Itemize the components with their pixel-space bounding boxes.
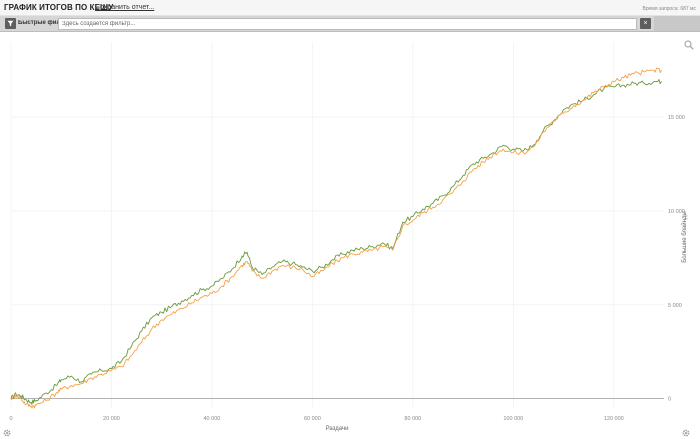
series-line-2: [10, 67, 662, 409]
gear-icon[interactable]: [3, 429, 11, 437]
x-tick-label: 120 000: [604, 416, 624, 422]
x-tick-label: 80 000: [404, 416, 421, 422]
gear-icon[interactable]: [682, 429, 690, 437]
x-tick-label: 60 000: [304, 416, 321, 422]
filter-input[interactable]: [58, 18, 637, 30]
x-tick-label: 20 000: [103, 416, 120, 422]
report-header: ГРАФИК ИТОГОВ ПО КЕШУ Сохранить отчет...…: [0, 0, 700, 16]
x-tick-label: 100 000: [503, 416, 523, 422]
chart-grid: [10, 42, 664, 408]
chart-series: [10, 67, 662, 409]
filter-icon: [7, 20, 14, 27]
close-icon: ×: [643, 20, 648, 27]
y-tick-label: 5 000: [668, 303, 682, 309]
profit-chart: 0 20 000 40 000 60 000 80 000 100 000 120 000 …: [9, 42, 688, 432]
y-axis-title: Большие блайнды: [681, 211, 688, 262]
quick-filters-label: Быстрые фильтры: [18, 20, 58, 26]
filter-button[interactable]: [5, 18, 16, 29]
query-time-label: Время запроса: 687 мс: [642, 6, 696, 12]
x-axis-ticks: 0 20 000 40 000 60 000 80 000 100 000 120 000: [9, 416, 623, 422]
save-report-link[interactable]: Сохранить отчет...: [95, 4, 154, 11]
filter-bar: Быстрые фильтры ×: [0, 16, 700, 32]
x-tick-label: 0: [9, 416, 12, 422]
series-line-1: [10, 79, 662, 405]
y-tick-label: 15 000: [668, 115, 685, 121]
filter-bar-end: [654, 16, 700, 31]
x-tick-label: 40 000: [204, 416, 221, 422]
filter-clear-button[interactable]: ×: [640, 18, 651, 29]
y-tick-label: 0: [668, 397, 671, 403]
x-axis-title: Раздачи: [326, 426, 349, 432]
